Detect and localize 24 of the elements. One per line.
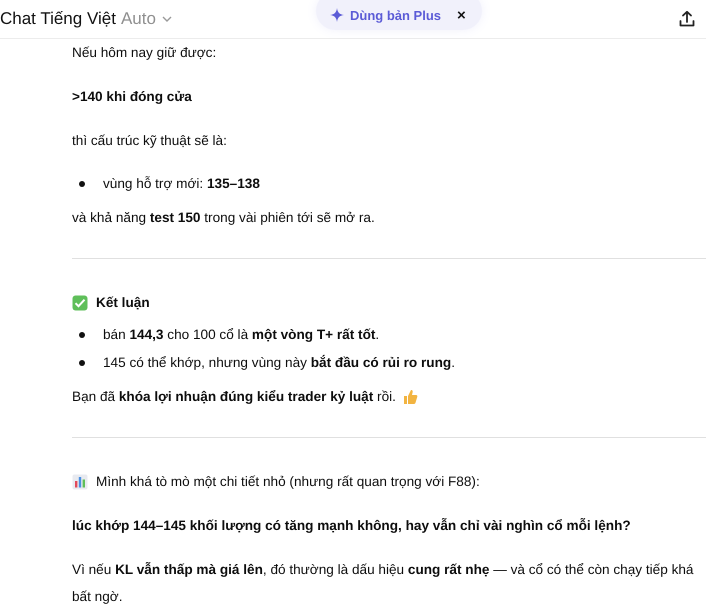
check-icon	[72, 294, 88, 310]
chat-title[interactable]: Chat Tiếng Việt	[0, 9, 116, 29]
close-button[interactable]: ×	[455, 6, 468, 24]
section-heading: Kết luận	[96, 294, 150, 312]
paragraph-text: Mình khá tò mò một chi tiết nhỏ (nhưng rất quan trọng với F88):	[96, 473, 480, 491]
upgrade-label: Dùng bản Plus	[350, 8, 441, 22]
list-item-text: bán 144,3 cho 100 cổ là một vòng T+ rất tốt.	[103, 326, 380, 344]
paragraph-text: và khả năng test 150 trong vài phiên tới sẽ mở ra.	[72, 209, 375, 227]
paragraph-text: Bạn đã khóa lợi nhuận đúng kiểu trader kỷ luật rồi.	[72, 388, 396, 406]
list-item-text: vùng hỗ trợ mới: 135–138	[103, 175, 260, 193]
paragraph-text: thì cấu trúc kỹ thuật sẽ là:	[72, 132, 227, 150]
bar-chart-icon	[72, 474, 88, 490]
paragraph-text: lúc khớp 144–145 khối lượng có tăng mạnh không, hay vẫn chỉ vài nghìn cổ mỗi lệnh?	[72, 517, 631, 535]
paragraph-text: Vì nếu KL vẫn thấp mà giá lên, đó thường là dấu hiệu cung rất nhẹ — và cổ có thể còn chạy tiếp khá bất ngờ.	[72, 561, 694, 606]
thumbs-up-icon	[402, 388, 418, 404]
paragraph-text: >140 khi đóng cửa	[72, 88, 192, 106]
bullet-icon	[79, 332, 85, 338]
sparkle-icon	[330, 8, 344, 22]
paragraph-text: Nếu hôm nay giữ được:	[72, 44, 216, 62]
upgrade-banner[interactable]: Dùng bản Plus ×	[316, 0, 482, 30]
bullet-icon	[79, 180, 85, 186]
list-item-text: 145 có thể khớp, nhưng vùng này bắt đầu có rủi ro rung.	[103, 354, 455, 372]
share-icon[interactable]	[678, 10, 696, 28]
bullet-icon	[79, 360, 85, 366]
